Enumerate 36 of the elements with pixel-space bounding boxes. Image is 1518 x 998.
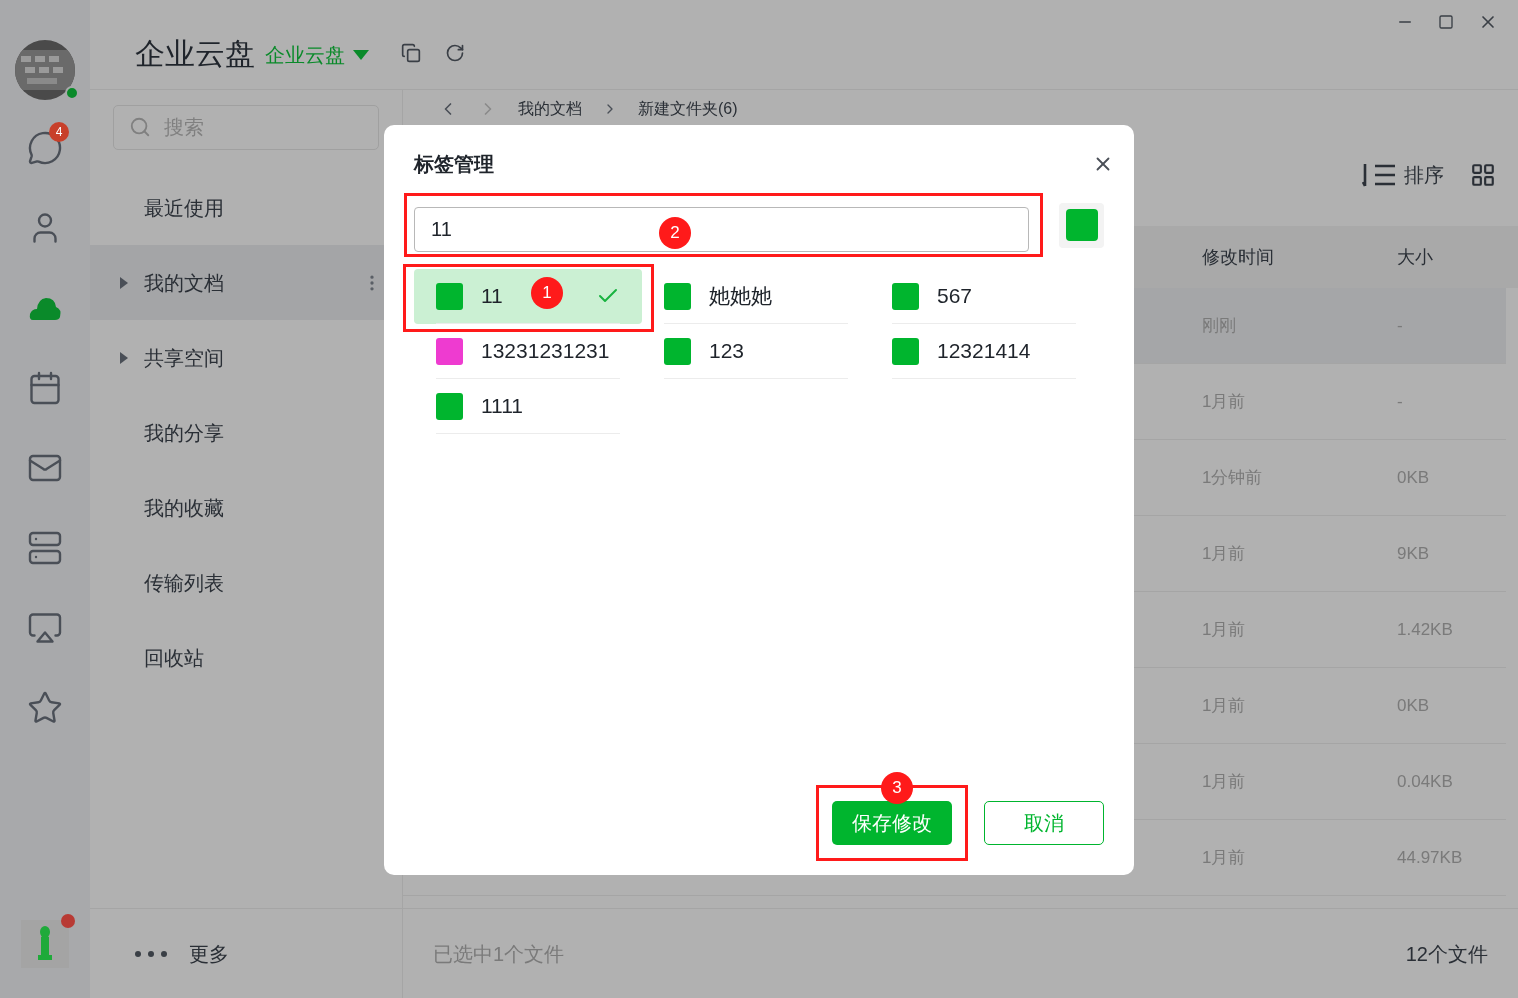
tag-item[interactable]: 她她她 (642, 269, 870, 324)
expand-icon[interactable] (120, 276, 128, 289)
tag-item[interactable]: 1111 (414, 379, 642, 434)
star-icon[interactable] (27, 690, 63, 726)
tag-item[interactable]: 12321414 (870, 324, 1098, 379)
more-button[interactable]: 更多 (135, 938, 229, 969)
app-title: 企业云盘 (135, 35, 255, 72)
maximize-icon[interactable] (1438, 14, 1454, 30)
annotation-badge: 2 (659, 217, 691, 249)
server-icon[interactable] (27, 530, 63, 566)
tag-item[interactable]: 567 (870, 269, 1098, 324)
refresh-icon[interactable] (445, 43, 465, 63)
color-picker-button[interactable] (1059, 202, 1104, 248)
dialog-title: 标签管理 (414, 152, 494, 177)
expand-icon[interactable] (120, 351, 128, 364)
window-icon[interactable] (401, 43, 421, 63)
tag-item[interactable]: 123 (642, 324, 870, 379)
search-icon (129, 116, 151, 138)
calendar-icon[interactable] (27, 370, 63, 406)
column-header[interactable]: 大小 (1397, 243, 1518, 271)
table-cell-text: - (1397, 314, 1404, 337)
breadcrumb-link[interactable]: 新建文件夹(6) (638, 97, 738, 121)
sidebar-item[interactable]: 共享空间 (90, 320, 402, 395)
unread-badge: 4 (49, 122, 69, 142)
tag-item[interactable]: 13231231231 (414, 324, 642, 379)
sort-button[interactable]: 排序 (1362, 160, 1444, 190)
breadcrumb-link[interactable]: 我的文档 (518, 97, 582, 121)
table-cell-text: - (1397, 390, 1404, 413)
caret-icon (353, 50, 369, 60)
sort-icon (1362, 162, 1396, 188)
column-header[interactable]: 修改时间 (1202, 243, 1397, 271)
dots-icon (135, 950, 167, 957)
annotation-badge: 3 (881, 772, 913, 804)
file-count: 12个文件 (1405, 941, 1488, 967)
monitor-icon[interactable] (27, 610, 63, 646)
grid-view-icon[interactable] (1470, 162, 1496, 188)
